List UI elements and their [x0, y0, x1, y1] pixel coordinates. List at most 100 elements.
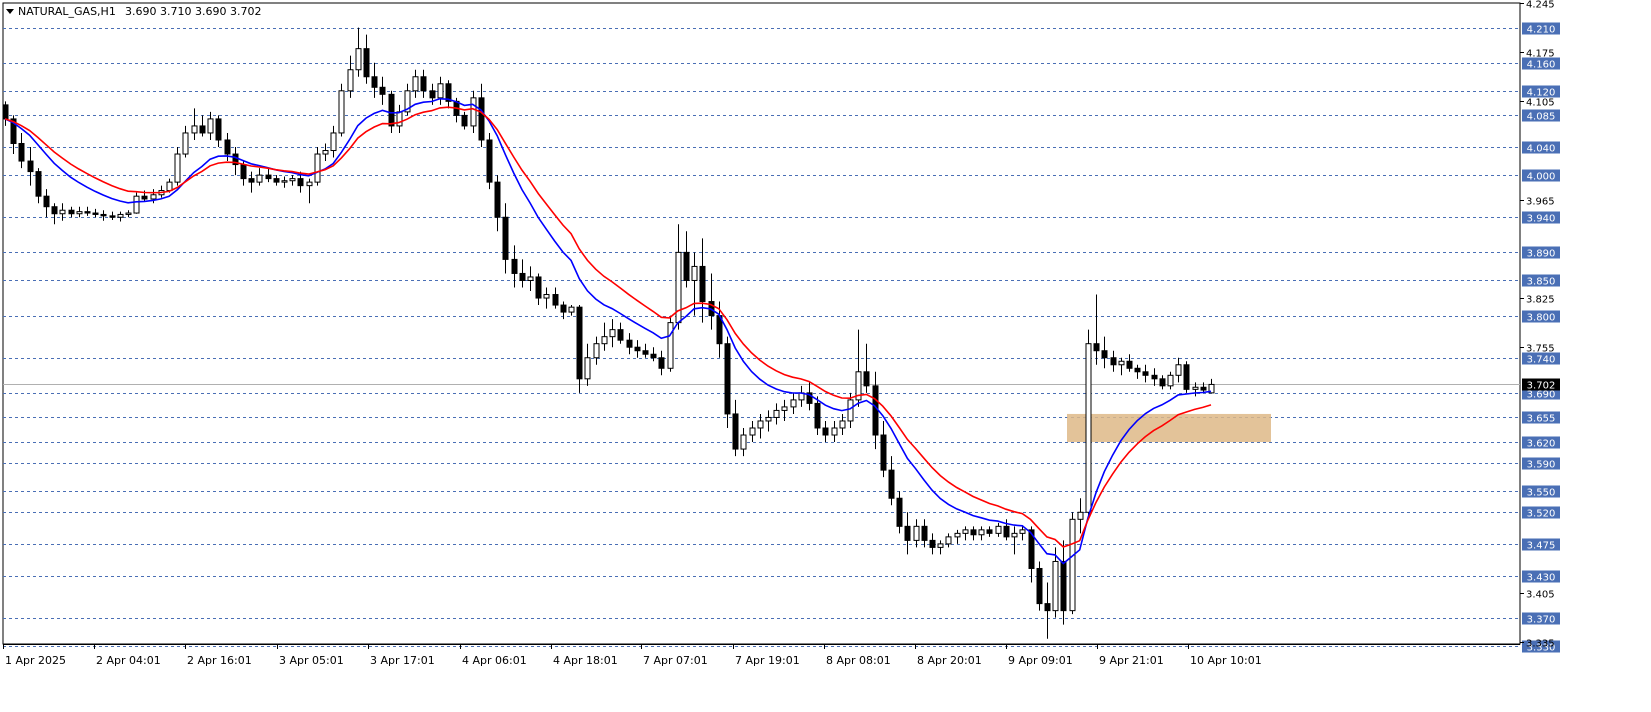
candle-up	[757, 420, 764, 429]
candle-down	[1044, 603, 1051, 612]
candle-down	[27, 160, 34, 173]
candle-down	[634, 346, 641, 352]
candle-up	[790, 399, 797, 408]
y-tick-label: 3.405	[1526, 590, 1555, 601]
current-price-label: 3.702	[1527, 381, 1556, 392]
candle-down	[2, 104, 9, 120]
candle-down	[1101, 350, 1108, 359]
candle-up	[166, 181, 173, 192]
level-label: 4.210	[1527, 25, 1556, 36]
candle-up	[831, 427, 838, 436]
candle-down	[215, 118, 222, 141]
candle-down	[650, 353, 657, 359]
candle-up	[1167, 374, 1174, 387]
candle-up	[133, 195, 140, 214]
candle-down	[494, 181, 501, 218]
candle-up	[59, 209, 66, 215]
y-tick-label: 4.245	[1526, 0, 1555, 11]
candle-up	[667, 322, 674, 369]
candle-down	[199, 125, 206, 134]
x-tick-label: 8 Apr 08:01	[826, 654, 891, 667]
candle-up	[995, 525, 1002, 534]
candle-down	[642, 350, 649, 355]
x-tick-label: 4 Apr 18:01	[553, 654, 618, 667]
candle-down	[461, 114, 468, 127]
candle-up	[527, 276, 534, 281]
candle-up	[1118, 360, 1125, 366]
level-label: 4.085	[1527, 112, 1556, 123]
candle-up	[749, 427, 756, 436]
candle-up	[781, 406, 788, 411]
symbol-label: NATURAL_GAS,H1	[18, 5, 116, 18]
candle-up	[1085, 343, 1092, 513]
candle-up	[945, 536, 952, 545]
y-tick-label: 3.965	[1526, 197, 1555, 208]
candle-down	[1060, 560, 1067, 612]
candle-up	[568, 306, 575, 313]
candle-up	[207, 118, 214, 134]
level-label: 3.550	[1527, 488, 1556, 499]
candle-up	[593, 343, 600, 359]
price-axis: 4.2104.1604.1204.0854.0404.0003.9403.890…	[1520, 0, 1560, 654]
candle-up	[765, 416, 772, 422]
candle-up	[1052, 560, 1059, 612]
level-label: 4.000	[1527, 172, 1556, 183]
candle-up	[470, 97, 477, 127]
candle-up	[150, 194, 157, 200]
candle-down	[986, 529, 993, 534]
time-axis: 1 Apr 2025 2 Apr 04:01 2 Apr 16:01 3 Apr 05…	[3, 644, 1520, 667]
candle-down	[429, 90, 436, 99]
candle-down	[248, 178, 255, 183]
candle-up	[1019, 529, 1026, 534]
x-tick-label: 7 Apr 07:01	[643, 654, 708, 667]
level-label: 3.740	[1527, 355, 1556, 366]
level-label: 3.370	[1527, 615, 1556, 626]
plot-frame	[2, 2, 1521, 645]
zone-rect[interactable]	[1067, 413, 1271, 443]
candle-up	[847, 399, 854, 422]
candle-down	[519, 272, 526, 281]
candle-down	[240, 164, 247, 180]
candle-down	[224, 139, 231, 155]
candle-down	[297, 178, 304, 187]
candle-down	[511, 258, 518, 274]
candle-up	[740, 434, 747, 450]
candle-up	[691, 265, 698, 281]
candle-down	[379, 86, 386, 95]
candle-down	[18, 142, 25, 162]
candle-down	[626, 339, 633, 348]
candle-down	[658, 357, 665, 369]
x-tick-label: 9 Apr 21:01	[1099, 654, 1164, 667]
x-tick-label: 7 Apr 19:01	[735, 654, 800, 667]
candle-up	[338, 90, 345, 134]
chart-header: NATURAL_GAS,H1 3.690 3.710 3.690 3.702	[6, 5, 261, 18]
candle-down	[683, 251, 690, 281]
candle-up	[396, 111, 403, 127]
candle-up	[937, 543, 944, 548]
candle-down	[92, 212, 99, 215]
candle-up	[773, 409, 780, 418]
x-tick-label: 3 Apr 17:01	[370, 654, 435, 667]
candle-up	[543, 294, 550, 299]
candle-down	[388, 93, 395, 127]
candle-up	[125, 212, 132, 215]
support-zone	[1067, 413, 1271, 443]
candle-up	[1077, 511, 1084, 520]
y-tick-label: 4.175	[1526, 49, 1555, 60]
candle-down	[84, 211, 91, 214]
y-tick-label: 3.755	[1526, 344, 1555, 355]
candle-down	[560, 304, 567, 313]
candle-up	[289, 178, 296, 182]
candle-down	[814, 402, 821, 429]
x-tick-label: 3 Apr 05:01	[279, 654, 344, 667]
candle-down	[863, 371, 870, 387]
x-tick-label: 2 Apr 04:01	[96, 654, 161, 667]
candle-down	[921, 525, 928, 541]
x-tick-label: 1 Apr 2025	[5, 654, 66, 667]
candle-up	[1069, 518, 1076, 612]
candle-down	[1110, 357, 1117, 366]
level-label: 3.890	[1527, 249, 1556, 260]
candle-down	[100, 213, 107, 217]
y-tick-label: 4.105	[1526, 98, 1555, 109]
candle-down	[478, 97, 485, 141]
